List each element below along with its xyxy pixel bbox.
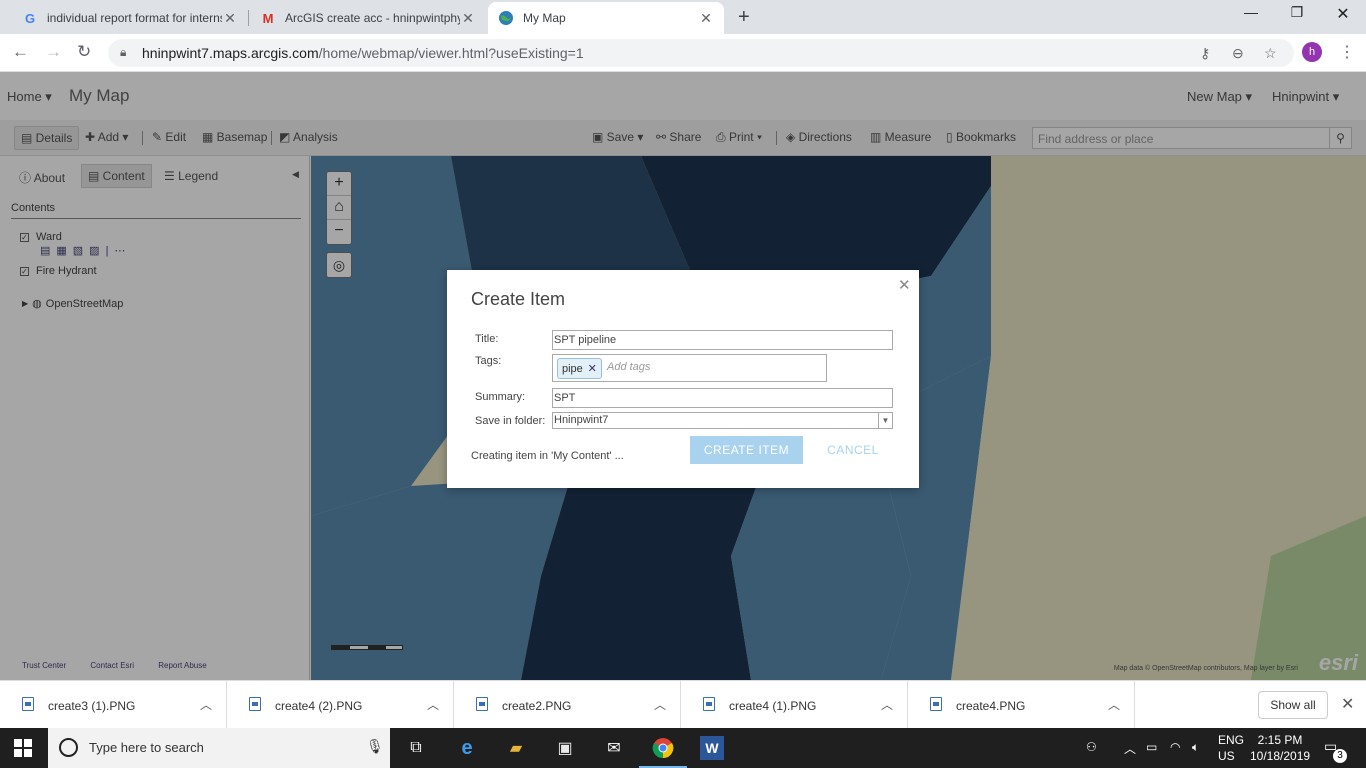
title-field[interactable]: SPT pipeline	[552, 330, 893, 350]
download-item[interactable]: create3 (1).PNG ︿	[0, 681, 227, 729]
browser-tab-my-map[interactable]: My Map ✕	[488, 2, 724, 34]
close-icon[interactable]: ✕	[1341, 694, 1354, 714]
word-icon[interactable]: W	[700, 736, 724, 760]
folder-select[interactable]: Hninpwint7 ▼	[552, 412, 893, 429]
bookmark-star-icon[interactable]: ☆	[1264, 45, 1277, 62]
tags-placeholder: Add tags	[607, 361, 651, 373]
mail-icon[interactable]: ✉	[602, 736, 626, 760]
task-view-icon[interactable]: ⧉	[404, 736, 428, 760]
chevron-up-icon[interactable]: ︿	[1108, 696, 1120, 713]
search-placeholder: Type here to search	[89, 740, 204, 755]
notification-count: 3	[1333, 749, 1347, 763]
chevron-up-icon[interactable]: ︿	[1124, 740, 1136, 757]
tab-title: My Map	[523, 11, 566, 25]
browser-tab-gmail[interactable]: M ArcGIS create acc - hninpwintphyua ✕	[250, 2, 486, 34]
create-item-dialog: ✕ Create Item Title: SPT pipeline Tags: …	[447, 270, 919, 488]
tags-field[interactable]: pipe ✕ Add tags	[552, 354, 827, 382]
cortana-icon	[59, 738, 78, 757]
download-item[interactable]: create4 (2).PNG ︿	[227, 681, 454, 729]
image-file-icon	[22, 697, 34, 711]
taskbar-search[interactable]: Type here to search 🎙︎	[48, 728, 390, 768]
chrome-icon[interactable]	[639, 736, 687, 768]
summary-field[interactable]: SPT	[552, 388, 893, 408]
folder-label: Save in folder:	[475, 415, 546, 427]
chevron-down-icon[interactable]: ▼	[878, 413, 892, 428]
download-shelf: create3 (1).PNG ︿ create4 (2).PNG ︿ crea…	[0, 680, 1366, 729]
gmail-icon: M	[262, 10, 274, 26]
title-label: Title:	[475, 333, 499, 345]
image-file-icon	[249, 697, 261, 711]
tab-separator	[248, 10, 249, 26]
browser-toolbar: ← → ↻ 🔒︎ hninpwint7.maps.arcgis.com/home…	[0, 34, 1366, 72]
wifi-icon[interactable]: ◠	[1170, 740, 1180, 754]
zoom-icon[interactable]: ⊖	[1232, 45, 1244, 62]
battery-icon[interactable]: ▭	[1146, 740, 1157, 754]
chevron-up-icon[interactable]: ︿	[427, 696, 439, 713]
url-text: hninpwint7.maps.arcgis.com/home/webmap/v…	[142, 45, 584, 61]
windows-start-icon[interactable]	[14, 739, 32, 757]
microphone-icon[interactable]: 🎙︎	[366, 738, 384, 755]
close-icon[interactable]: ✕	[898, 276, 911, 294]
google-icon: G	[24, 10, 36, 26]
download-item[interactable]: create2.PNG ︿	[454, 681, 681, 729]
system-clock[interactable]: 2:15 PM 10/18/2019	[1250, 732, 1310, 764]
arcgis-globe-icon	[498, 10, 514, 26]
close-tab-icon[interactable]: ✕	[460, 10, 476, 27]
tags-label: Tags:	[475, 355, 502, 367]
cancel-button[interactable]: CANCEL	[813, 436, 893, 464]
tag-chip: pipe ✕	[557, 358, 602, 379]
close-window-icon[interactable]: ✕	[1320, 4, 1366, 24]
close-tab-icon[interactable]: ✕	[222, 10, 238, 27]
status-text: Creating item in 'My Content' ...	[471, 450, 624, 462]
forward-icon[interactable]: →	[45, 42, 62, 62]
folder-value: Hninpwint7	[554, 414, 609, 426]
download-item[interactable]: create4 (1).PNG ︿	[681, 681, 908, 729]
remove-tag-icon[interactable]: ✕	[588, 359, 597, 380]
create-item-button[interactable]: CREATE ITEM	[690, 436, 803, 464]
image-file-icon	[703, 697, 715, 711]
lock-icon: 🔒︎	[120, 45, 127, 59]
edge-icon[interactable]: e	[455, 736, 479, 760]
download-filename: create4.PNG	[956, 699, 1026, 713]
browser-menu-icon[interactable]: ⋮	[1339, 42, 1355, 62]
store-icon[interactable]: ▣	[553, 736, 577, 760]
download-filename: create3 (1).PNG	[48, 699, 136, 713]
new-tab-button[interactable]: +	[738, 6, 750, 29]
reload-icon[interactable]: ↻	[77, 42, 91, 62]
tab-title: individual report format for internsh	[47, 11, 222, 25]
windows-taskbar: Type here to search 🎙︎ ⧉ e ▰ ▣ ✉ W ⚇ ︿ ▭…	[0, 728, 1366, 768]
download-filename: create4 (2).PNG	[275, 699, 363, 713]
download-filename: create2.PNG	[502, 699, 572, 713]
summary-label: Summary:	[475, 391, 526, 403]
image-file-icon	[476, 697, 488, 711]
input-language[interactable]: ENG US	[1218, 732, 1244, 764]
volume-icon[interactable]: 🔈︎	[1192, 740, 1199, 755]
restore-window-icon[interactable]: ❐	[1274, 4, 1320, 21]
chevron-up-icon[interactable]: ︿	[200, 696, 212, 713]
back-icon[interactable]: ←	[12, 42, 29, 62]
tab-title: ArcGIS create acc - hninpwintphyua	[285, 11, 460, 25]
file-explorer-icon[interactable]: ▰	[504, 736, 528, 760]
show-all-button[interactable]: Show all	[1258, 691, 1328, 719]
chevron-up-icon[interactable]: ︿	[881, 696, 893, 713]
chevron-up-icon[interactable]: ︿	[654, 696, 666, 713]
address-bar[interactable]: 🔒︎ hninpwint7.maps.arcgis.com/home/webma…	[108, 39, 1294, 67]
browser-tab-google[interactable]: G individual report format for internsh …	[12, 2, 248, 34]
download-filename: create4 (1).PNG	[729, 699, 817, 713]
image-file-icon	[930, 697, 942, 711]
profile-avatar[interactable]: h	[1302, 42, 1322, 62]
minimize-window-icon[interactable]: —	[1228, 4, 1274, 20]
key-icon[interactable]: ⚷	[1200, 45, 1210, 62]
dialog-title: Create Item	[471, 289, 566, 309]
close-tab-icon[interactable]: ✕	[698, 10, 714, 27]
browser-tab-strip: G individual report format for internsh …	[0, 0, 1366, 34]
people-icon[interactable]: ⚇	[1086, 740, 1097, 754]
download-item[interactable]: create4.PNG ︿	[908, 681, 1135, 729]
